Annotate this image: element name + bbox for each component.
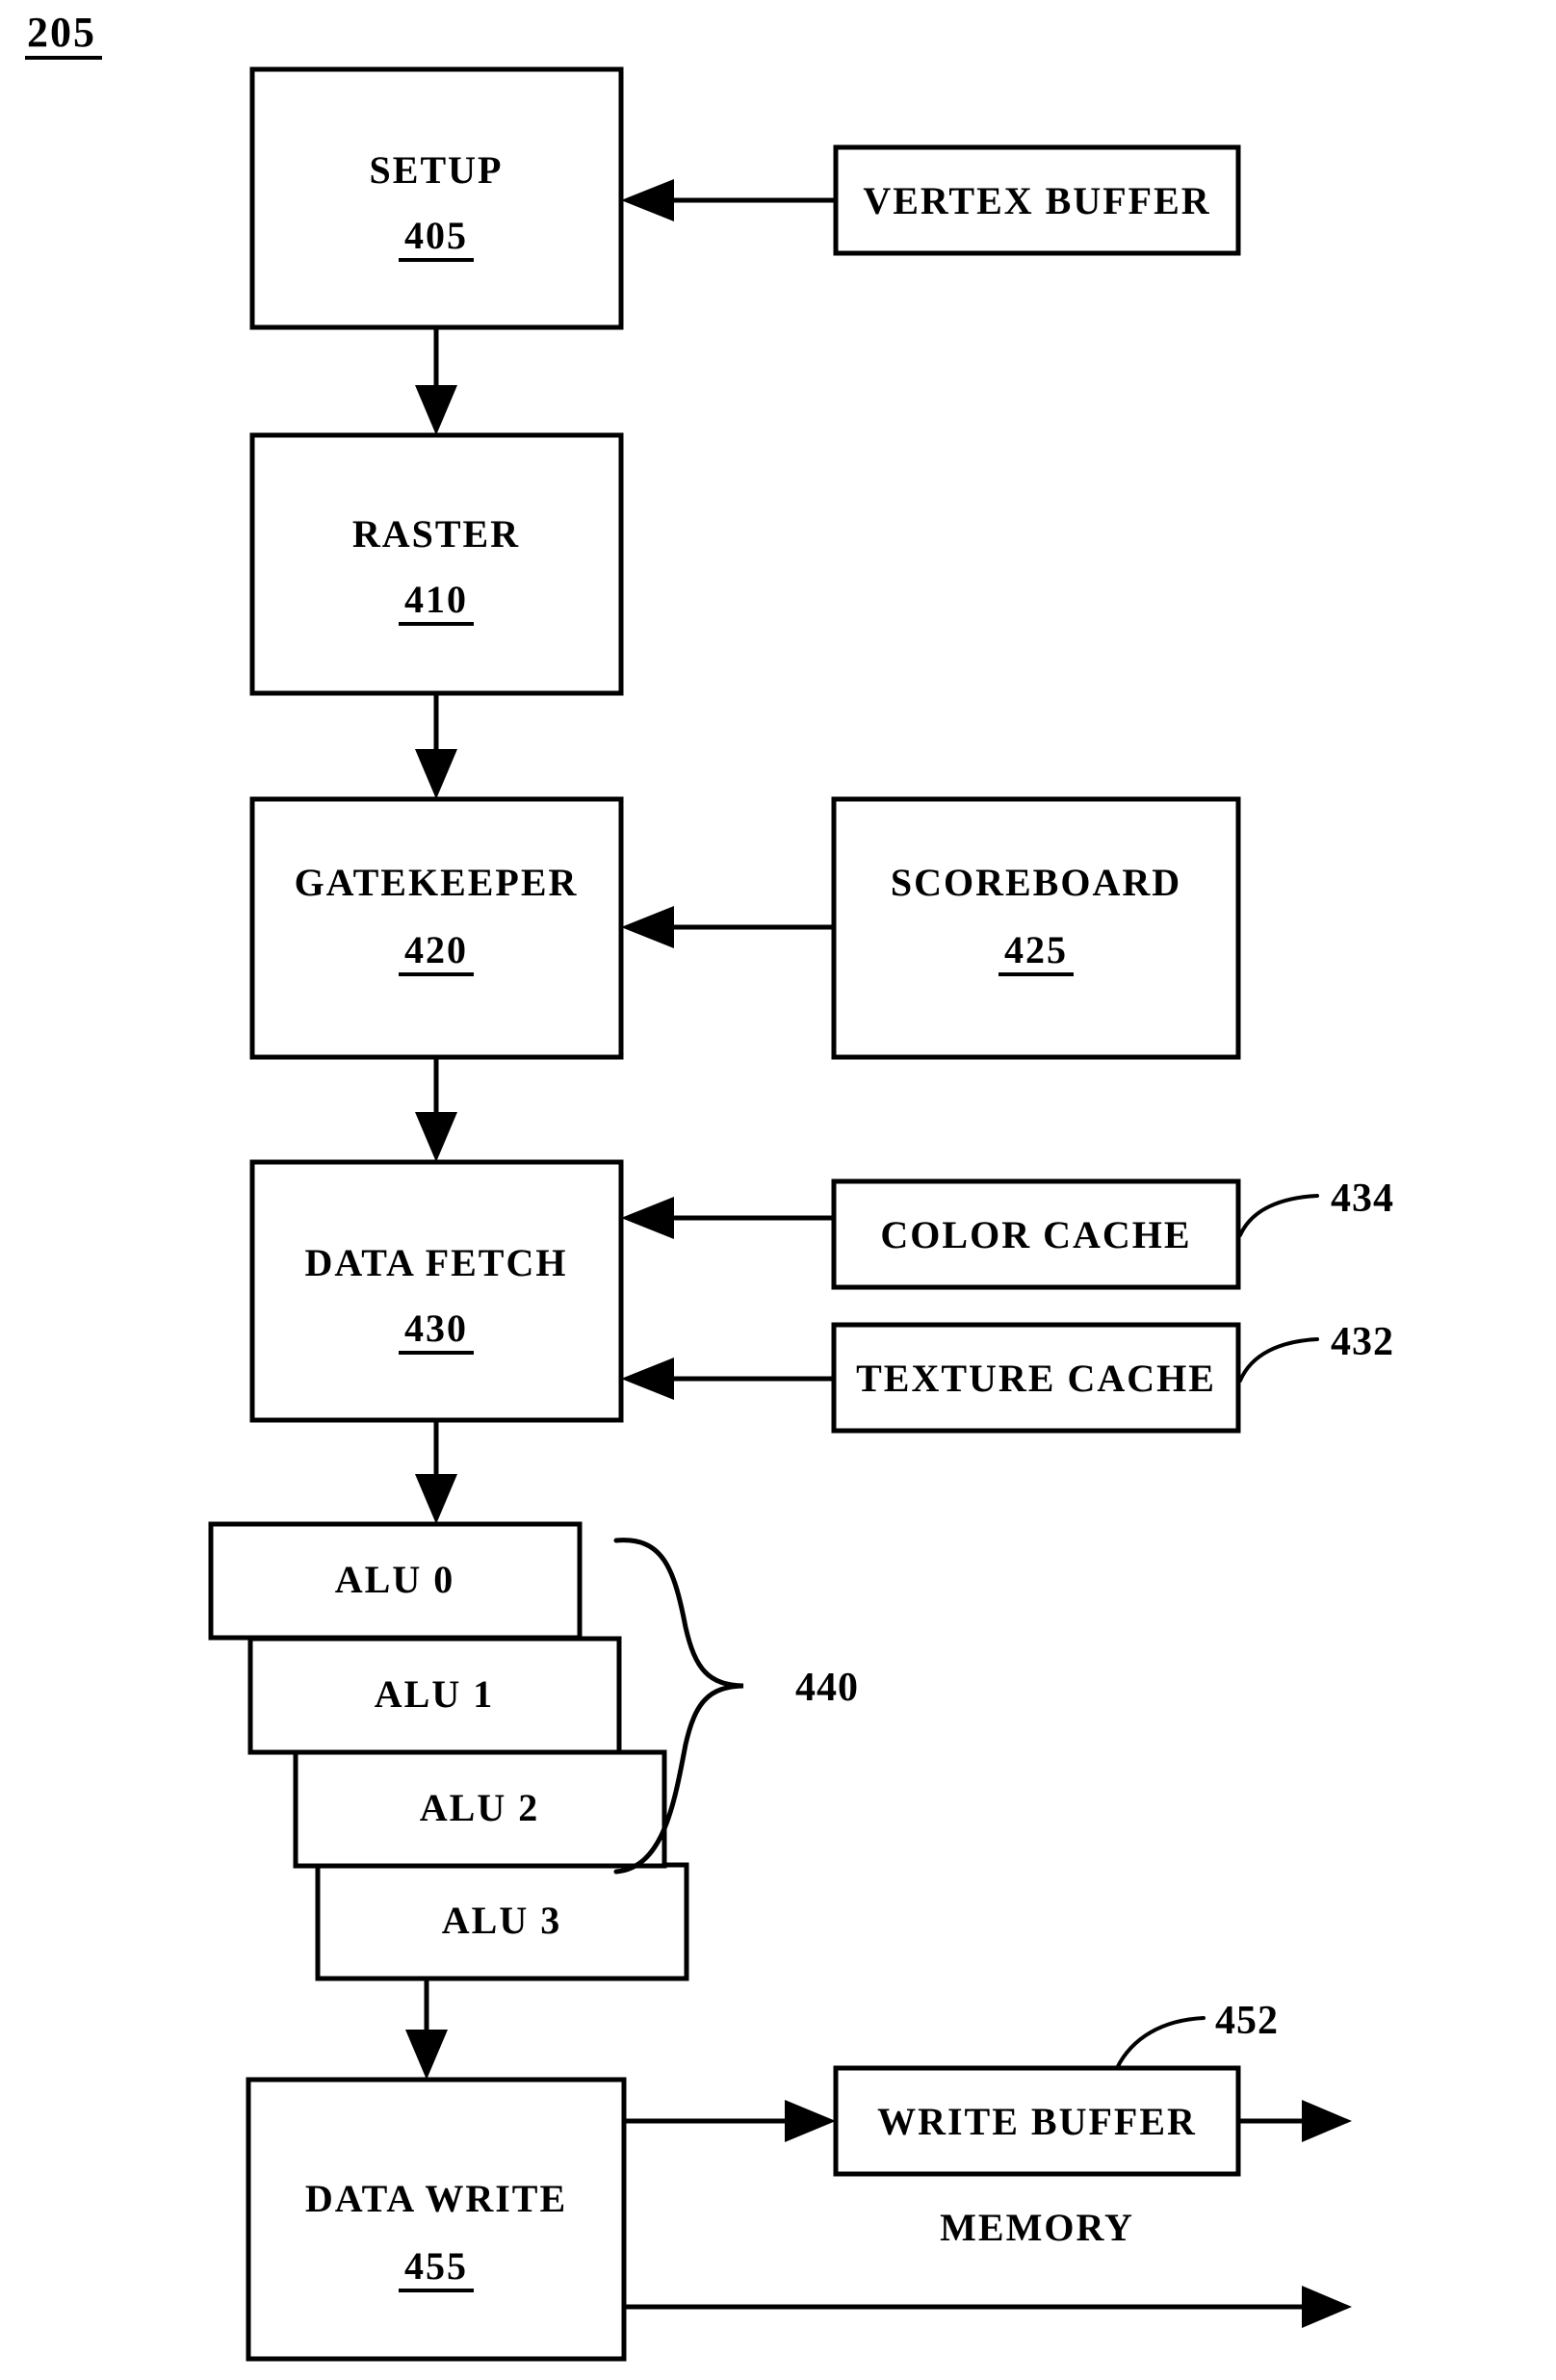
scoreboard-ref: 425 <box>1004 928 1068 971</box>
arrowhead-right-icon <box>1302 2286 1352 2328</box>
color-cache-ref-text: 434 <box>1331 1177 1394 1221</box>
figure-number: 205 <box>25 9 102 60</box>
block-alu1[interactable]: ALU 1 <box>247 1636 622 1755</box>
connector-alu3-to-datawrite <box>405 1979 448 2080</box>
callout-color-cache: 434 <box>1238 1177 1394 1237</box>
block-vertex-buffer[interactable]: VERTEX BUFFER <box>833 144 1241 256</box>
connector-setup-to-raster <box>415 327 457 435</box>
arrowhead-left-icon <box>621 1197 674 1239</box>
callout-write-buffer: 452 <box>1115 1999 1279 2070</box>
alu-group-ref-text: 440 <box>795 1666 859 1710</box>
alu3-label: ALU 3 <box>442 1899 561 1942</box>
block-gatekeeper[interactable]: GATEKEEPER 420 <box>249 796 624 1060</box>
connector-datawrite-to-memory <box>624 2286 1352 2328</box>
block-data-fetch[interactable]: DATA FETCH 430 <box>249 1159 624 1423</box>
block-alu3[interactable]: ALU 3 <box>315 1862 689 1981</box>
connector-datafetch-to-alu0 <box>415 1420 457 1524</box>
connector-texturecache-to-datafetch <box>621 1358 834 1400</box>
block-alu0[interactable]: ALU 0 <box>208 1521 583 1641</box>
write-buffer-label: WRITE BUFFER <box>877 2100 1197 2143</box>
connector-writebuffer-to-memory <box>1238 2100 1352 2142</box>
data-write-label: DATA WRITE <box>305 2177 567 2220</box>
data-fetch-ref: 430 <box>404 1306 468 1350</box>
block-texture-cache[interactable]: TEXTURE CACHE <box>831 1322 1241 1434</box>
alu1-label: ALU 1 <box>375 1672 494 1716</box>
arrowhead-down-icon <box>415 385 457 435</box>
texture-cache-label: TEXTURE CACHE <box>856 1357 1216 1400</box>
arrowhead-down-icon <box>415 1112 457 1162</box>
raster-label: RASTER <box>352 512 520 556</box>
block-scoreboard[interactable]: SCOREBOARD 425 <box>831 796 1241 1060</box>
connector-datawrite-to-writebuffer <box>624 2100 836 2142</box>
connector-scoreboard-to-gatekeeper <box>621 906 834 948</box>
gatekeeper-label: GATEKEEPER <box>295 861 579 904</box>
connector-raster-to-gatekeeper <box>415 693 457 799</box>
setup-label: SETUP <box>370 148 504 192</box>
alu-stack: ALU 3 ALU 2 ALU 1 ALU 0 440 <box>208 1521 859 1981</box>
leader-line <box>1238 1337 1319 1383</box>
connector-vertexbuffer-to-setup <box>621 179 836 221</box>
scoreboard-label: SCOREBOARD <box>891 861 1181 904</box>
arrowhead-right-icon <box>1302 2100 1352 2142</box>
block-alu2[interactable]: ALU 2 <box>293 1749 667 1869</box>
patent-figure: 205 SETUP 405 VERTEX BUFFER RASTER 410 G… <box>0 0 1556 2380</box>
leader-line <box>1238 1194 1319 1237</box>
setup-box[interactable] <box>249 66 624 330</box>
data-write-ref: 455 <box>404 2244 468 2288</box>
arrowhead-down-icon <box>415 749 457 799</box>
raster-ref: 410 <box>404 578 468 621</box>
connector-gatekeeper-to-datafetch <box>415 1057 457 1162</box>
block-setup[interactable]: SETUP 405 <box>249 66 624 330</box>
arrowhead-right-icon <box>785 2100 836 2142</box>
figure-number-text: 205 <box>27 9 96 56</box>
alu0-label: ALU 0 <box>335 1558 454 1601</box>
memory-label: MEMORY <box>940 2206 1134 2249</box>
arrowhead-left-icon <box>621 1358 674 1400</box>
block-raster[interactable]: RASTER 410 <box>249 432 624 696</box>
leader-line <box>1115 2016 1206 2070</box>
texture-cache-ref-text: 432 <box>1331 1320 1394 1364</box>
connector-colorcache-to-datafetch <box>621 1197 834 1239</box>
arrowhead-down-icon <box>405 2030 448 2080</box>
callout-texture-cache: 432 <box>1238 1320 1394 1383</box>
data-fetch-label: DATA FETCH <box>305 1241 568 1284</box>
block-write-buffer[interactable]: WRITE BUFFER <box>833 2065 1241 2177</box>
color-cache-label: COLOR CACHE <box>880 1213 1191 1256</box>
raster-box[interactable] <box>249 432 624 696</box>
alu2-label: ALU 2 <box>420 1786 539 1829</box>
write-buffer-ref-text: 452 <box>1215 1999 1279 2043</box>
diagram-canvas: 205 SETUP 405 VERTEX BUFFER RASTER 410 G… <box>25 9 1394 2362</box>
data-fetch-box[interactable] <box>249 1159 624 1423</box>
setup-ref: 405 <box>404 214 468 257</box>
vertex-buffer-label: VERTEX BUFFER <box>863 179 1210 222</box>
arrowhead-down-icon <box>415 1474 457 1524</box>
block-data-write[interactable]: DATA WRITE 455 <box>246 2077 627 2362</box>
gatekeeper-ref: 420 <box>404 928 468 971</box>
arrowhead-left-icon <box>621 906 674 948</box>
block-color-cache[interactable]: COLOR CACHE <box>831 1178 1241 1290</box>
arrowhead-left-icon <box>621 179 674 221</box>
